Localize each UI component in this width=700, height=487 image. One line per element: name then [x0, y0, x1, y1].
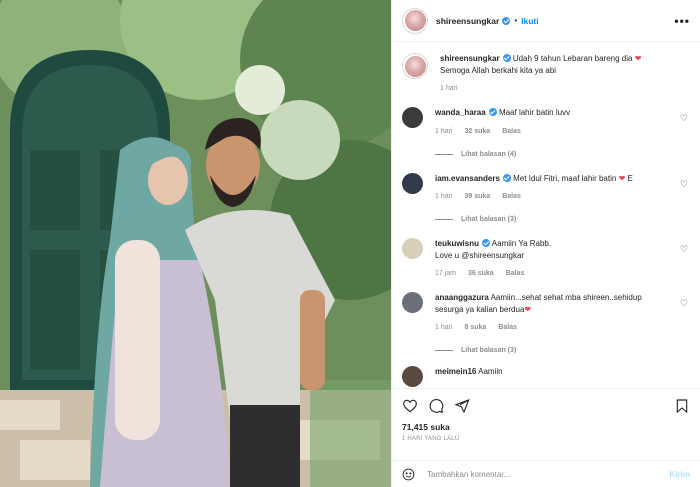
reply-button[interactable]: Balas	[502, 128, 521, 135]
comment-input[interactable]	[427, 469, 670, 479]
like-comment-heart-icon[interactable]: ♡	[680, 113, 688, 124]
comment-item: anaanggazura Aamiin...sehat sehat mba sh…	[402, 292, 690, 331]
view-replies-button[interactable]: Lihat balasan (3)	[435, 216, 690, 223]
red-heart-emoji-icon: ❤	[524, 304, 532, 314]
comment-time: 1 hari	[435, 193, 453, 200]
like-comment-heart-icon[interactable]: ♡	[680, 244, 688, 255]
comment-likes[interactable]: 36 suka	[468, 270, 494, 277]
emoji-icon[interactable]	[402, 468, 415, 481]
comment-likes[interactable]: 32 suka	[465, 128, 491, 135]
comment-text-line2: Love u @shireensungkar	[435, 250, 525, 260]
comment-item: wanda_haraa Maaf lahir batin luvv 1 hari…	[402, 107, 690, 135]
share-icon[interactable]	[454, 398, 470, 414]
post-side-panel: shireensungkar • Ikuti ••• shireensungka…	[391, 0, 700, 487]
photo-illustration	[0, 0, 391, 487]
author-avatar[interactable]	[402, 7, 428, 34]
commenter-avatar[interactable]	[402, 172, 423, 194]
separator-dot: •	[514, 16, 518, 25]
add-comment-bar: Kirim	[392, 460, 700, 487]
verified-icon	[502, 54, 511, 62]
more-options-icon[interactable]: •••	[674, 14, 690, 28]
caption-line1: Udah 9 tahun Lebaran bareng dia	[512, 54, 633, 63]
post-header: shireensungkar • Ikuti •••	[392, 0, 700, 42]
red-heart-emoji-icon: ❤	[634, 54, 642, 63]
caption-username[interactable]: shireensungkar	[440, 54, 500, 63]
heart-icon[interactable]	[402, 398, 418, 414]
like-comment-heart-icon[interactable]: ♡	[680, 179, 688, 190]
follow-button[interactable]: Ikuti	[521, 16, 538, 26]
comment-text: Met Idul Fitri, maaf lahir batin	[513, 173, 617, 183]
comment-likes[interactable]: 39 suka	[465, 193, 491, 200]
verified-icon	[502, 173, 511, 182]
comment-username[interactable]: anaanggazura	[435, 293, 489, 302]
red-heart-emoji-icon: ❤	[618, 173, 626, 183]
comment-text-line2: sesurga ya kalian berdua	[435, 304, 525, 314]
verified-icon	[488, 108, 497, 116]
comment-text-suffix: E	[627, 173, 633, 183]
comment-time: 17 jam	[435, 270, 457, 277]
comment-time: 1 hari	[435, 127, 453, 135]
caption-line2: Semoga Allah berkahi kita ya abi	[440, 65, 557, 75]
comment-text: Maaf lahir batin luvv	[498, 108, 571, 117]
send-comment-button[interactable]: Kirim	[670, 470, 690, 479]
commenter-avatar[interactable]	[402, 107, 423, 128]
verified-icon	[502, 16, 511, 25]
reply-button[interactable]: Balas	[498, 324, 517, 331]
view-replies-button[interactable]: Lihat balasan (3)	[435, 347, 690, 354]
verified-icon	[482, 239, 491, 247]
reply-button[interactable]: Balas	[506, 270, 525, 277]
commenter-avatar[interactable]	[402, 292, 423, 313]
post-actions: 71,415 suka 1 HARI YANG LALU Kirim	[392, 388, 700, 487]
post-date: 1 HARI YANG LALU	[402, 436, 460, 442]
commenter-avatar[interactable]	[402, 366, 423, 387]
likes-count[interactable]: 71,415 suka	[392, 414, 700, 432]
comment-text: Aamiin...sehat sehat mba shireen..sehidu…	[490, 293, 642, 302]
reply-button[interactable]: Balas	[502, 193, 521, 200]
comment-time: 1 hari	[435, 324, 453, 331]
commenter-avatar[interactable]	[402, 238, 423, 259]
caption: shireensungkar Udah 9 tahun Lebaran bare…	[402, 53, 690, 92]
comment-text: Aamiin Ya Rabb.	[491, 239, 552, 248]
comment-username[interactable]: iam.evansanders	[435, 174, 500, 183]
comment-username[interactable]: teukuwisnu	[435, 239, 479, 248]
comment-username[interactable]: wanda_haraa	[435, 108, 486, 117]
post-photo[interactable]	[0, 0, 391, 487]
caption-text: shireensungkar Udah 9 tahun Lebaran bare…	[440, 53, 672, 76]
like-comment-heart-icon[interactable]: ♡	[680, 298, 688, 309]
caption-avatar[interactable]	[402, 53, 428, 79]
author-username[interactable]: shireensungkar	[436, 16, 499, 26]
comment-icon[interactable]	[428, 398, 444, 414]
comment-text: Aamiin	[478, 367, 503, 376]
comment-item: teukuwisnu Aamiin Ya Rabb. Love u @shire…	[402, 238, 690, 277]
comment-likes[interactable]: 8 suka	[465, 324, 487, 331]
comment-item: iam.evansanders Met Idul Fitri, maaf lah…	[402, 172, 690, 200]
comment-username[interactable]: meimein16	[435, 367, 476, 376]
bookmark-icon[interactable]	[674, 398, 690, 414]
caption-time: 1 hari	[440, 85, 458, 92]
comment-item: meimein16 Aamiin	[402, 366, 690, 387]
comments-list[interactable]: shireensungkar Udah 9 tahun Lebaran bare…	[392, 43, 700, 388]
view-replies-button[interactable]: Lihat balasan (4)	[435, 151, 690, 158]
